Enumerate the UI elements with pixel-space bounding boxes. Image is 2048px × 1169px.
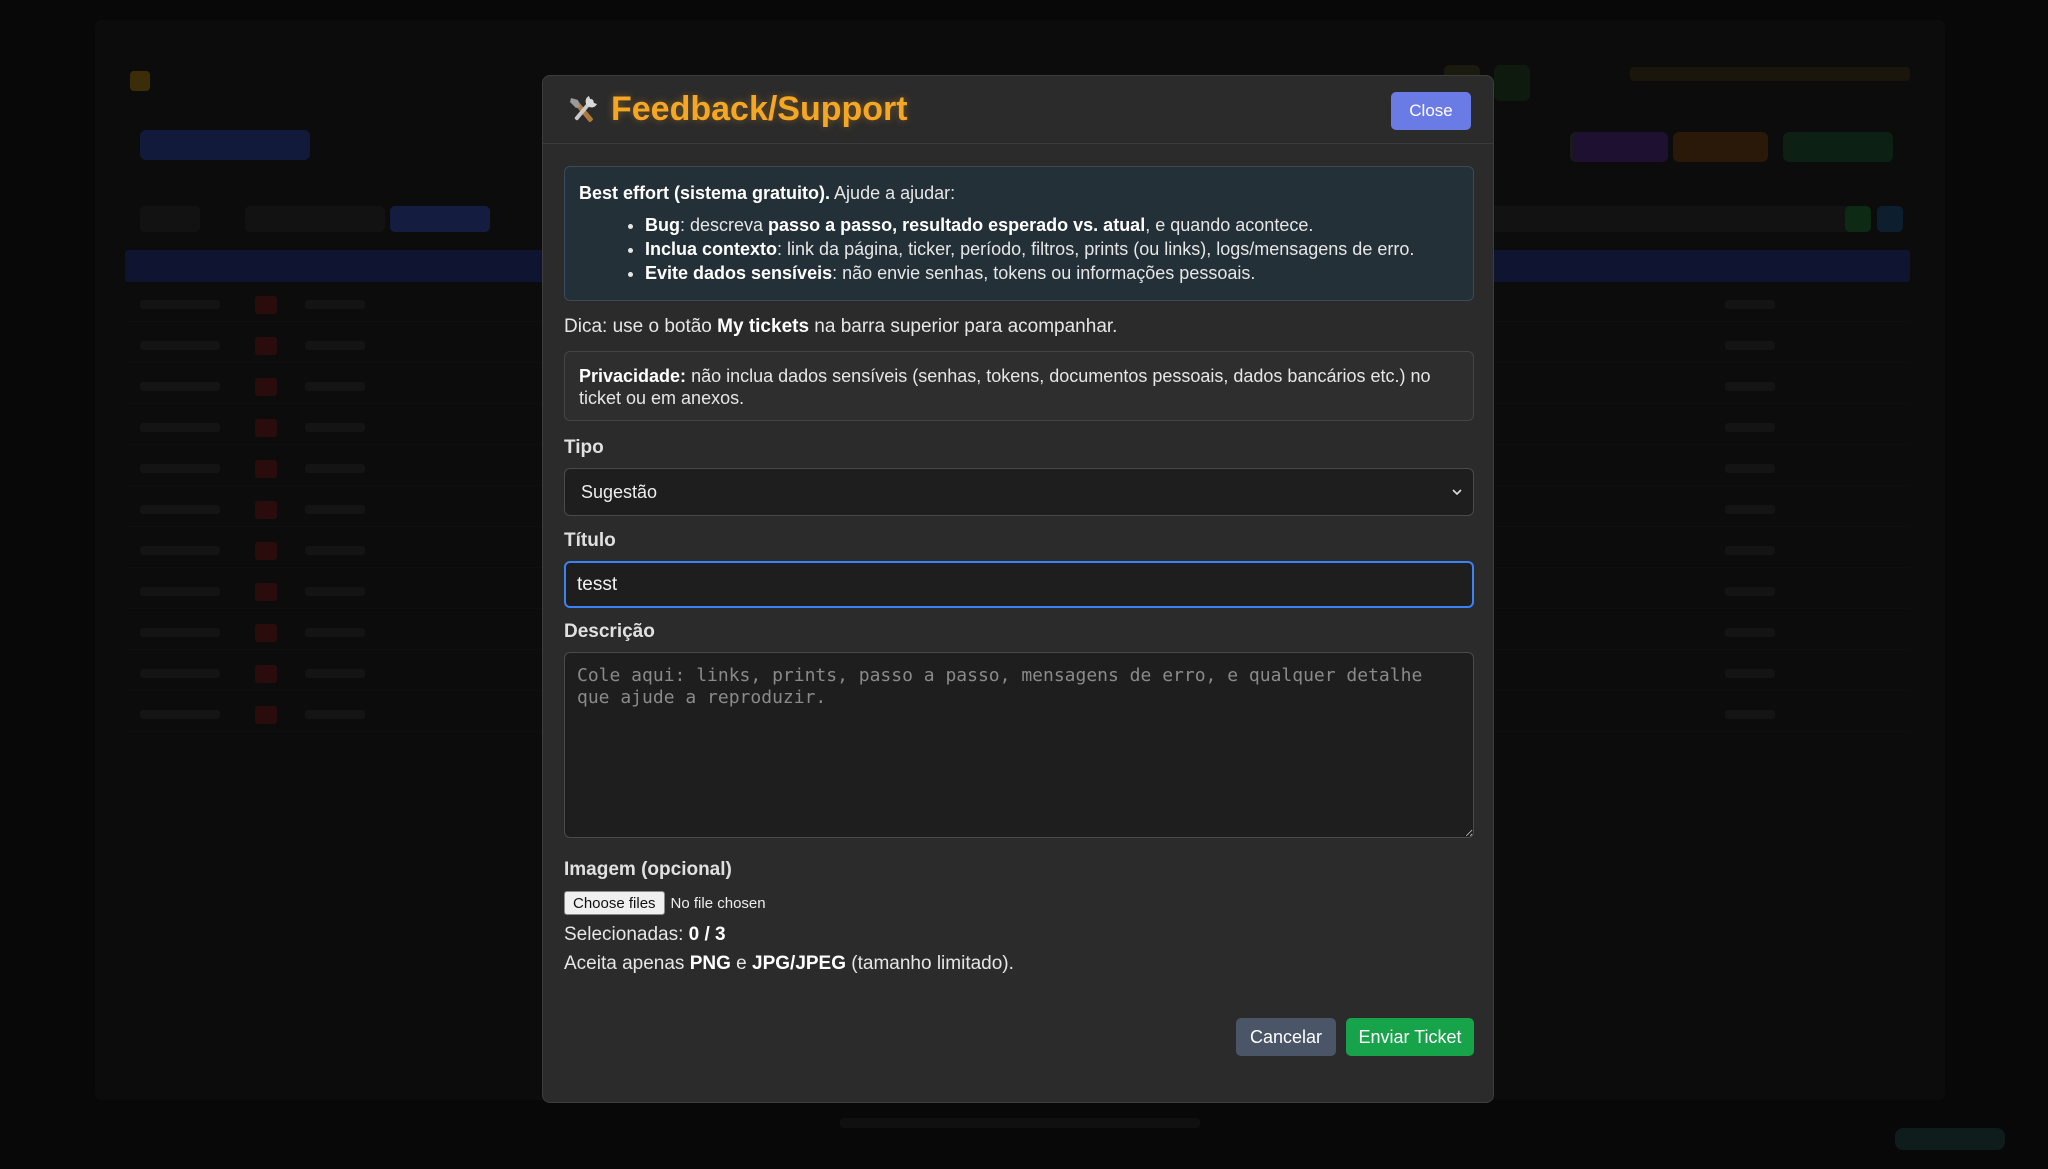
send-ticket-button[interactable]: Enviar Ticket [1346, 1018, 1474, 1056]
file-status: No file chosen [670, 894, 766, 912]
modal-header: Feedback/Support Close [543, 76, 1493, 144]
titulo-label: Título [564, 530, 616, 551]
selected-count: 0 / 3 [688, 924, 726, 945]
selected-counter: Selecionadas: 0 / 3 [564, 923, 1474, 947]
accept-jpg: JPG/JPEG [752, 953, 847, 974]
background-user [1630, 67, 1910, 81]
cancel-button[interactable]: Cancelar [1236, 1018, 1336, 1056]
choose-files-button[interactable]: Choose files [564, 891, 665, 915]
modal-title-text: Feedback/Support [611, 90, 908, 128]
bullet-bold: Inclua contexto [645, 239, 778, 259]
info-lead: Best effort (sistema gratuito). Ajude a … [579, 181, 1459, 205]
bullet-text: , e quando acontece. [1145, 215, 1314, 235]
bullet-bold: Evite dados sensíveis [645, 263, 833, 283]
background-icon-button [1494, 65, 1530, 101]
background-tab [245, 206, 385, 232]
tip-prefix: Dica: use o botão [564, 316, 718, 337]
background-button [1783, 132, 1893, 162]
bullet-bold: passo a passo, resultado esperado vs. at… [768, 215, 1146, 235]
imagem-label: Imagem (opcional) [564, 859, 732, 880]
tools-icon [570, 95, 597, 122]
background-tab [1485, 206, 1865, 232]
modal-body: Best effort (sistema gratuito). Ajude a … [564, 166, 1474, 1056]
accept-suffix: (tamanho limitado). [846, 953, 1014, 974]
close-button[interactable]: Close [1391, 92, 1471, 130]
background-button [1573, 132, 1668, 162]
descricao-label: Descrição [564, 621, 655, 642]
file-picker: Choose files No file chosen [564, 891, 1474, 915]
accept-prefix: Aceita apenas [564, 953, 690, 974]
info-bullet-sensiveis: Evite dados sensíveis: não envie senhas,… [645, 261, 1459, 285]
info-lead-bold: Best effort (sistema gratuito). [579, 183, 831, 203]
bullet-bold: Bug [645, 215, 680, 235]
background-logo-icon [130, 71, 150, 92]
privacy-box: Privacidade: não inclua dados sensíveis … [564, 351, 1474, 421]
tip-suffix: na barra superior para acompanhar. [809, 316, 1118, 337]
info-list: Bug: descreva passo a passo, resultado e… [645, 213, 1459, 285]
bullet-text: : link da página, ticker, período, filtr… [777, 239, 1415, 259]
tipo-select-value[interactable]: Sugestão [564, 468, 1474, 516]
info-lead-text: Ajude a ajudar: [830, 183, 956, 203]
privacy-bold: Privacidade: [579, 366, 687, 386]
info-bullet-contexto: Inclua contexto: link da página, ticker,… [645, 237, 1459, 261]
titulo-input[interactable] [564, 561, 1474, 608]
background-footer [840, 1118, 1200, 1128]
accept-note: Aceita apenas PNG e JPG/JPEG (tamanho li… [564, 952, 1474, 976]
bullet-text: : não envie senhas, tokens ou informaçõe… [832, 263, 1256, 283]
tipo-select[interactable]: Sugestão [564, 468, 1474, 516]
feedback-modal: Feedback/Support Close Best effort (sist… [542, 75, 1494, 1103]
selected-prefix: Selecionadas: [564, 924, 689, 945]
tipo-label: Tipo [564, 437, 604, 458]
accept-and: e [730, 953, 753, 974]
privacy-text: não inclua dados sensíveis (senhas, toke… [579, 366, 1431, 408]
background-tab [390, 206, 490, 232]
modal-title: Feedback/Support [565, 90, 908, 129]
info-box: Best effort (sistema gratuito). Ajude a … [564, 166, 1474, 301]
descricao-textarea[interactable] [564, 652, 1474, 838]
accept-png: PNG [689, 953, 731, 974]
background-tab [140, 206, 200, 232]
background-button [1673, 132, 1768, 162]
info-bullet-bug: Bug: descreva passo a passo, resultado e… [645, 213, 1459, 237]
background-tab [1845, 206, 1871, 232]
chevron-down-icon [1452, 489, 1462, 496]
modal-actions: Cancelar Enviar Ticket [1236, 1018, 1474, 1056]
background-corner-widget [1895, 1128, 2005, 1150]
background-logo [130, 63, 162, 97]
background-button [140, 130, 310, 160]
bullet-text: : descreva [680, 215, 769, 235]
background-tab [1877, 206, 1903, 232]
tip-text: Dica: use o botão My tickets na barra su… [564, 315, 1474, 339]
tip-bold: My tickets [717, 316, 810, 337]
